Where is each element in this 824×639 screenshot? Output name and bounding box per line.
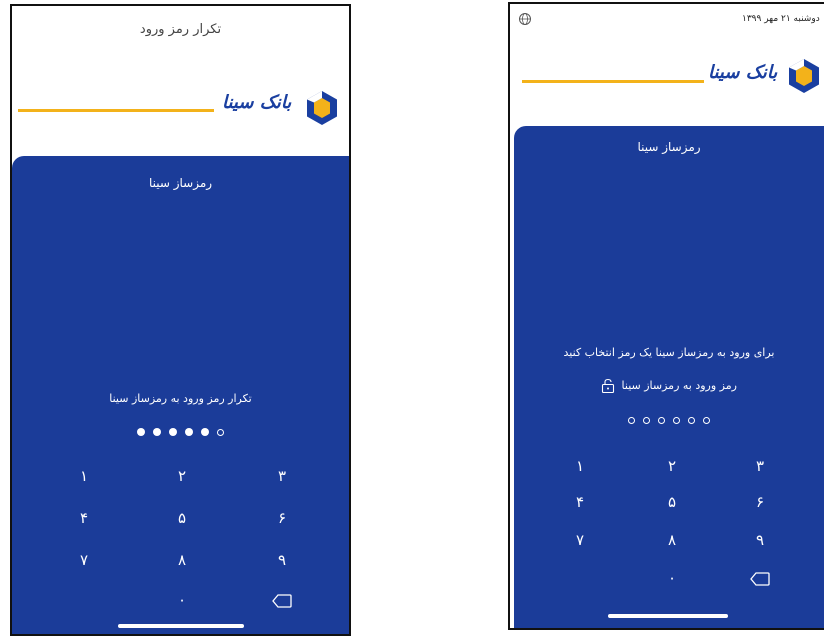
- pin-dot-filled: [201, 428, 209, 436]
- key-8[interactable]: ۸: [652, 526, 692, 554]
- pin-dot-filled: [185, 428, 193, 436]
- key-2[interactable]: ۲: [652, 452, 692, 480]
- panel-title: رمزساز سینا: [637, 140, 701, 154]
- bank-logo-mark: [789, 59, 819, 93]
- pin-dot-filled: [137, 428, 145, 436]
- passcode-panel: رمزساز سینا برای ورود به رمزساز سینا یک …: [514, 126, 824, 628]
- pin-field-label-text: رمز ورود به رمزساز سینا: [621, 379, 737, 392]
- bank-logo-text: بانک سینا: [708, 62, 778, 83]
- page-title: تکرار رمز ورود: [139, 22, 222, 37]
- key-7[interactable]: ۷: [64, 546, 104, 574]
- status-date: دوشنبه ۲۱ مهر ۱۳۹۹: [742, 14, 820, 24]
- pin-dot-empty: [217, 429, 224, 436]
- pin-dot-filled: [169, 428, 177, 436]
- key-6[interactable]: ۶: [740, 488, 780, 516]
- pin-indicator: [12, 426, 349, 439]
- key-2[interactable]: ۲: [162, 462, 202, 490]
- bank-logo-mark: [307, 91, 337, 125]
- key-5[interactable]: ۵: [652, 488, 692, 516]
- key-9[interactable]: ۹: [740, 526, 780, 554]
- key-4[interactable]: ۴: [560, 488, 600, 516]
- home-indicator[interactable]: [118, 624, 244, 628]
- lock-icon: [601, 378, 615, 394]
- key-3[interactable]: ۳: [262, 462, 302, 490]
- pin-prompt: تکرار رمز ورود به رمزساز سینا: [109, 392, 252, 405]
- key-0[interactable]: ۰: [162, 586, 202, 614]
- key-5[interactable]: ۵: [162, 504, 202, 532]
- backspace-icon: [272, 593, 292, 608]
- left-phone-screen: تکرار رمز ورود بانک سینا رمزساز سینا تکر…: [10, 4, 351, 636]
- pin-dot-empty: [628, 417, 635, 424]
- pin-indicator: [514, 414, 824, 427]
- key-1[interactable]: ۱: [64, 462, 104, 490]
- key-3[interactable]: ۳: [740, 452, 780, 480]
- pin-instruction: برای ورود به رمزساز سینا یک رمز انتخاب ک…: [563, 346, 775, 359]
- pin-dot-filled: [153, 428, 161, 436]
- delete-key[interactable]: [262, 586, 302, 614]
- bank-logo-text: بانک سینا: [222, 92, 292, 113]
- pin-dot-empty: [643, 417, 650, 424]
- delete-key[interactable]: [740, 564, 780, 592]
- globe-icon: [519, 13, 531, 25]
- key-9[interactable]: ۹: [262, 546, 302, 574]
- key-7[interactable]: ۷: [560, 526, 600, 554]
- key-4[interactable]: ۴: [64, 504, 104, 532]
- pin-dot-empty: [703, 417, 710, 424]
- key-1[interactable]: ۱: [560, 452, 600, 480]
- passcode-panel: رمزساز سینا تکرار رمز ورود به رمزساز سین…: [12, 156, 349, 634]
- key-0[interactable]: ۰: [652, 564, 692, 592]
- pin-dot-empty: [688, 417, 695, 424]
- pin-dot-empty: [673, 417, 680, 424]
- backspace-icon: [750, 571, 770, 586]
- logo-accent-line: [522, 80, 704, 83]
- pin-field-label: رمز ورود به رمزساز سینا: [514, 378, 824, 394]
- logo-accent-line: [18, 109, 214, 112]
- panel-title: رمزساز سینا: [148, 176, 213, 190]
- right-phone-screen: دوشنبه ۲۱ مهر ۱۳۹۹ بانک سینا رمزساز سینا…: [508, 2, 824, 630]
- pin-dot-empty: [658, 417, 665, 424]
- home-indicator[interactable]: [608, 614, 728, 618]
- key-8[interactable]: ۸: [162, 546, 202, 574]
- key-6[interactable]: ۶: [262, 504, 302, 532]
